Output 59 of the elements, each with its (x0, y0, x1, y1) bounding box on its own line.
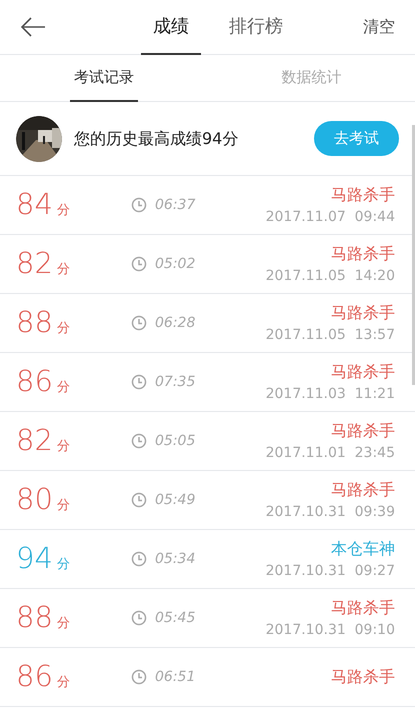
clock-icon (131, 492, 147, 508)
score-unit: 分 (56, 202, 70, 220)
clock-icon (131, 669, 147, 685)
duration-text: 05:45 (155, 608, 196, 628)
rank-title: 马路杀手 (331, 596, 395, 618)
date-text: 2017.11.07 09:44 (266, 208, 395, 226)
duration-text: 06:28 (155, 314, 196, 332)
date-text: 2017.10.31 09:10 (266, 620, 395, 640)
score-unit: 分 (56, 438, 70, 456)
score-text: 82 (16, 245, 53, 282)
duration-text: 06:37 (155, 196, 196, 214)
score-unit: 分 (56, 497, 70, 516)
clock-icon (131, 315, 147, 331)
score-text: 82 (16, 422, 53, 460)
header-tab[interactable]: 成绩 (141, 0, 201, 54)
duration-text: 06:51 (155, 668, 196, 686)
duration-text: 05:02 (155, 254, 196, 274)
score-text: 86 (16, 658, 53, 696)
rank-title: 马路杀手 (331, 242, 395, 264)
rank-title: 本仓车神 (331, 538, 395, 560)
rank-title: 马路杀手 (331, 184, 395, 206)
score-unit: 分 (56, 674, 70, 692)
clock-icon (131, 374, 147, 390)
score-unit: 分 (56, 379, 70, 398)
back-arrow-icon[interactable] (20, 17, 46, 37)
date-text: 2017.11.03 11:21 (266, 384, 395, 404)
duration-text: 07:35 (155, 372, 196, 392)
score-text: 88 (16, 599, 53, 636)
score-unit: 分 (56, 320, 70, 338)
score-text: 86 (16, 363, 53, 400)
rank-title: 马路杀手 (331, 360, 395, 382)
date-text: 2017.11.05 13:57 (266, 326, 395, 344)
score-text: 88 (16, 304, 53, 342)
date-text: 2017.10.31 09:39 (266, 502, 395, 522)
rank-title: 马路杀手 (331, 478, 395, 500)
score-unit: 分 (56, 615, 70, 634)
duration-text: 05:49 (155, 490, 196, 510)
score-unit: 分 (56, 261, 70, 280)
clock-icon (131, 256, 147, 272)
clock-icon (131, 610, 147, 626)
duration-text: 05:05 (155, 432, 196, 450)
date-text: 2017.10.31 09:27 (266, 562, 395, 580)
score-unit: 分 (56, 556, 70, 574)
best-score-text: 您的历史最高成绩94分 (74, 128, 238, 150)
clear-button[interactable]: 清空 (363, 15, 395, 39)
header-tab[interactable]: 排行榜 (217, 0, 295, 54)
duration-text: 05:34 (155, 550, 196, 568)
date-text: 2017.11.05 14:20 (266, 266, 395, 286)
sub-tab[interactable]: 考试记录 (70, 55, 138, 102)
score-text: 80 (16, 481, 53, 518)
date-text: 2017.11.01 23:45 (266, 444, 395, 462)
clock-icon (131, 551, 147, 567)
clock-icon (131, 197, 147, 213)
rank-title: 马路杀手 (331, 420, 395, 442)
rank-title: 马路杀手 (331, 666, 395, 688)
rank-title: 马路杀手 (331, 302, 395, 324)
score-text: 84 (16, 186, 53, 224)
score-text: 94 (16, 540, 53, 578)
clock-icon (131, 433, 147, 449)
